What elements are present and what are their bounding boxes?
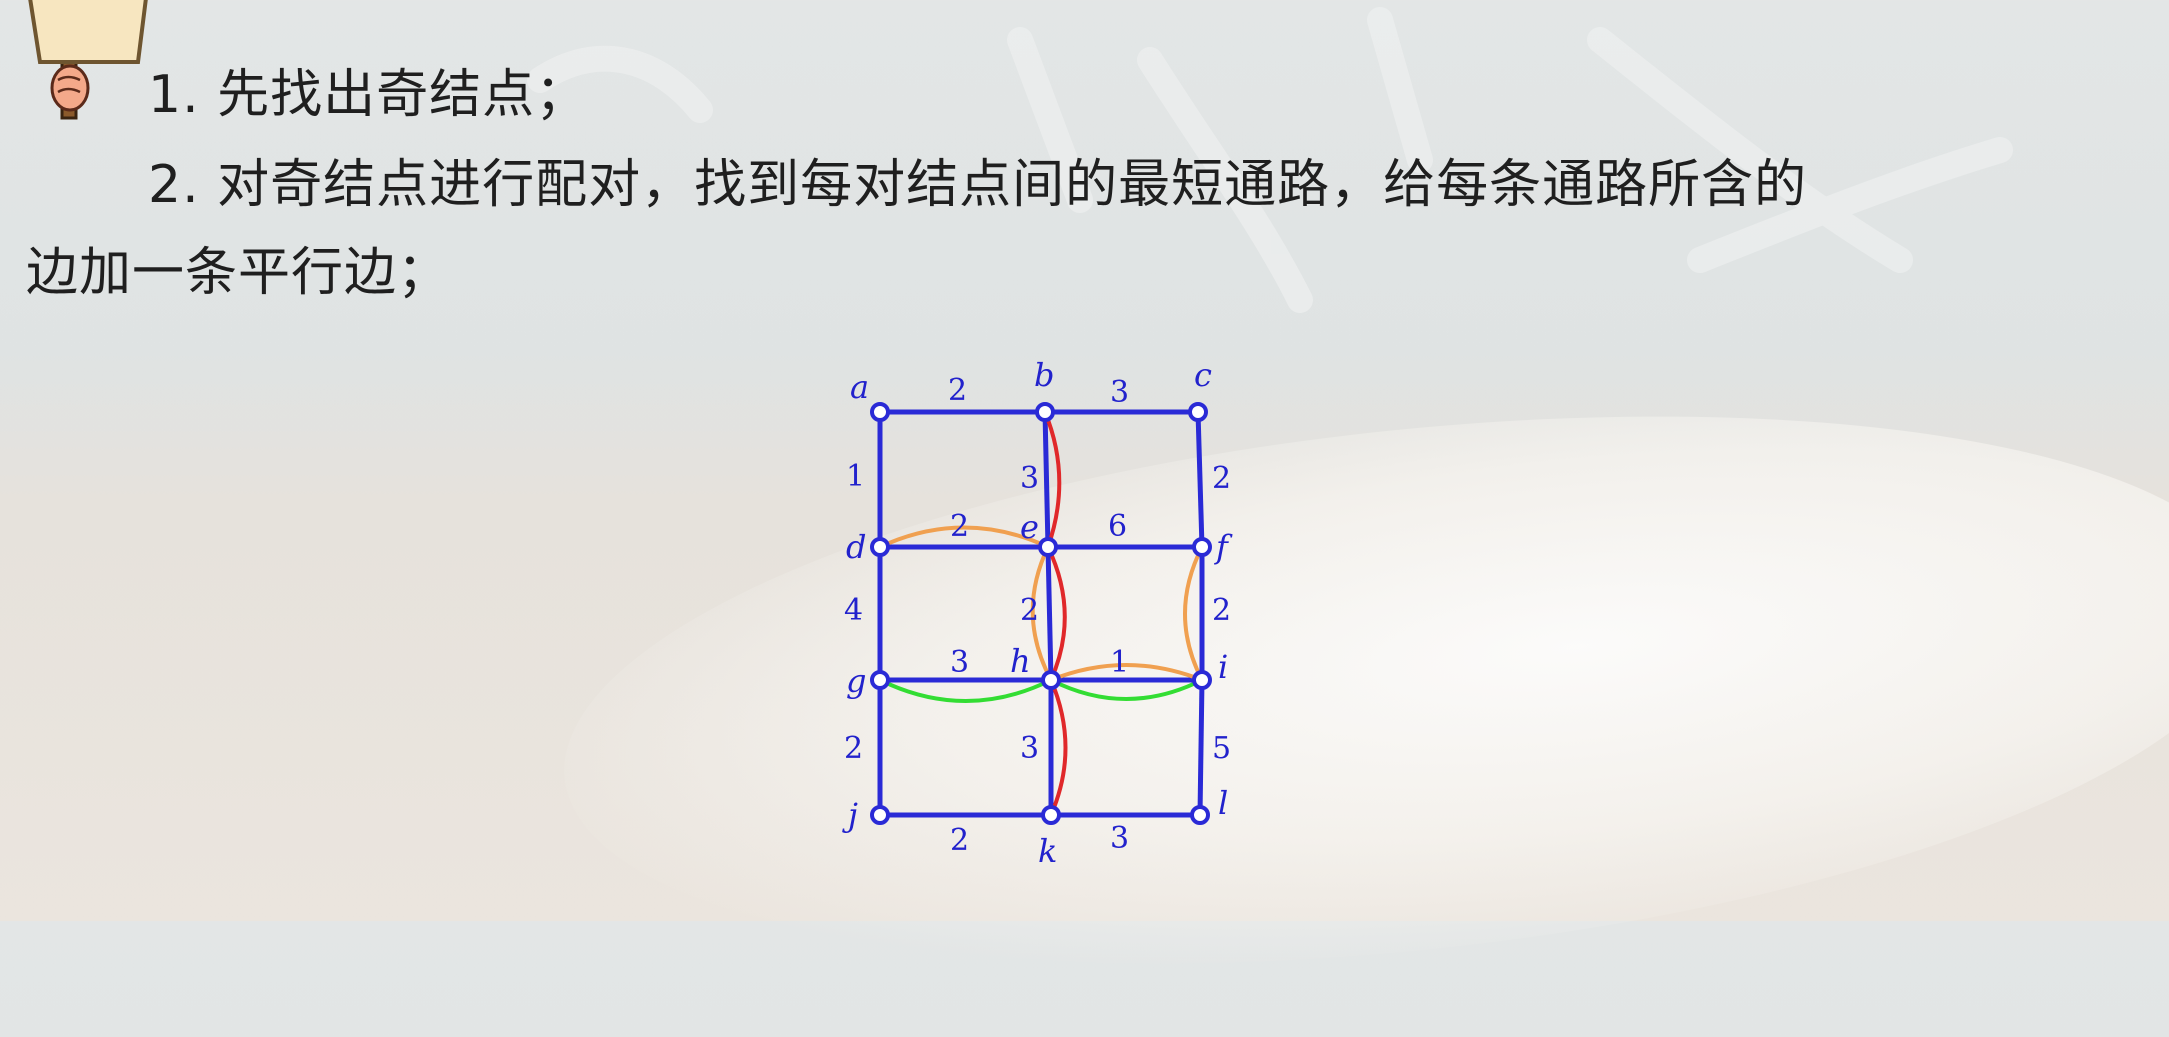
vertex-j [870,805,890,825]
edge-weights: 2 3 1 3 2 2 6 4 2 2 3 1 2 3 5 2 3 [844,373,1231,858]
weight-cf: 2 [1212,461,1231,496]
vertex-e [1038,537,1058,557]
parallel-edge-hi-green [1050,678,1203,701]
step-1-text: 1. 先找出奇结点； [148,65,589,125]
vertex-i [1192,670,1212,690]
vertex-label-k: k [1038,832,1057,870]
hand-sign-icon [28,0,148,120]
vertex-f [1192,537,1212,557]
parallel-edges [879,411,1204,816]
vertex-b [1035,402,1055,422]
parallel-edge-gh-green [879,678,1052,703]
vertex-k [1041,805,1061,825]
weight-bc: 3 [1110,375,1129,410]
weight-hi: 1 [1110,645,1129,680]
step-2-text: 2. 对奇结点进行配对，找到每对结点间的最短通路，给每条通路所含的 [148,155,1808,215]
vertex-label-h: h [1010,642,1031,680]
weight-hk: 3 [1020,731,1039,766]
weight-ad: 1 [846,459,865,494]
weight-ab: 2 [948,373,967,408]
vertex-c [1188,402,1208,422]
weight-kl: 3 [1110,821,1129,856]
weight-gh: 3 [950,645,969,680]
edge-eh [1045,546,1054,681]
weight-jk: 2 [950,823,969,858]
vertex-a [870,402,890,422]
vertex-h [1041,670,1061,690]
vertex-label-l: l [1218,784,1228,822]
vertex-l [1190,805,1210,825]
vertex-label-a: a [850,368,869,406]
weight-fi: 2 [1212,593,1231,628]
vertex-label-b: b [1034,356,1054,394]
weight-be: 3 [1020,461,1039,496]
vertex-d [870,537,890,557]
step-2-text-continued: 边加一条平行边； [26,243,451,303]
graph-vertices [870,402,1212,825]
parallel-edge-fi-orange [1183,546,1204,681]
graph-edges [877,409,1205,818]
vertex-label-c: c [1194,356,1212,394]
edge-cf [1195,411,1205,548]
edge-il [1197,679,1205,816]
weight-il: 5 [1212,731,1231,766]
graph-diagram: a b c d e f g h i j k l 2 3 1 3 2 2 6 4 … [842,356,1233,870]
weight-gj: 2 [844,731,863,766]
vertex-label-j: j [842,796,858,834]
vertex-label-i: i [1218,648,1228,686]
vertex-label-e: e [1020,508,1039,546]
vertex-g [870,670,890,690]
vertex-label-d: d [846,528,866,566]
weight-ef: 6 [1108,509,1127,544]
vertex-label-g: g [846,662,866,700]
weight-de: 2 [950,509,969,544]
weight-eh: 2 [1020,593,1039,628]
vertex-label-f: f [1214,528,1233,566]
weight-dg: 4 [844,593,863,628]
edge-be [1042,411,1051,548]
